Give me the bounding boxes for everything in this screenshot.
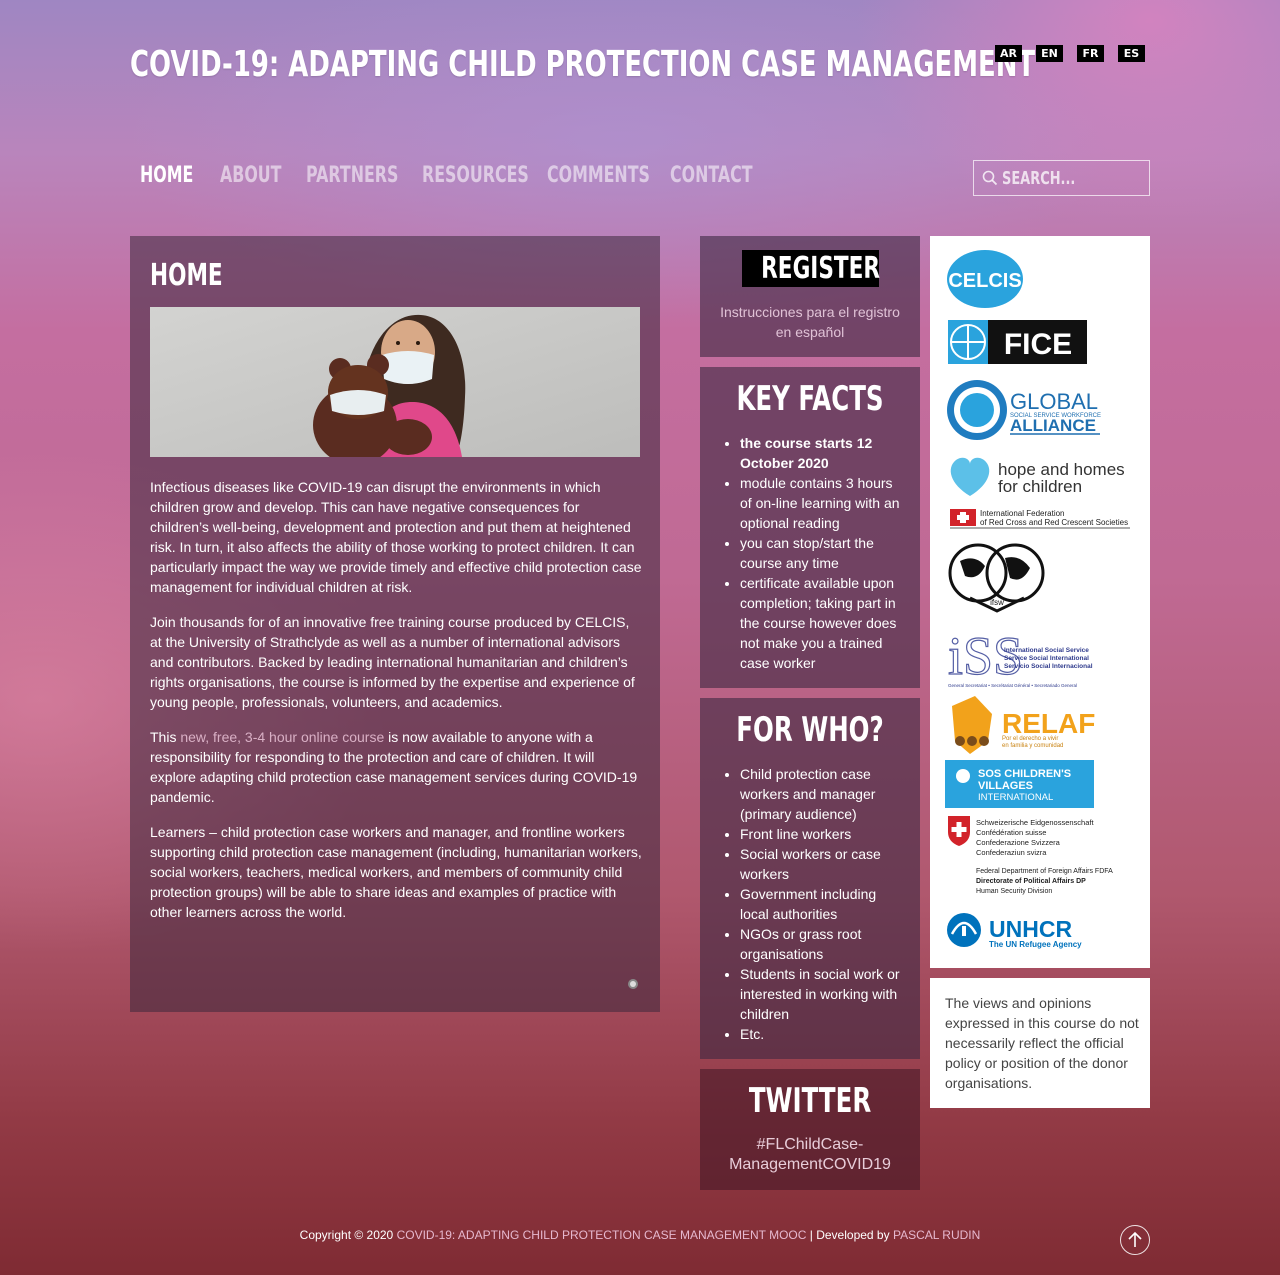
global-alliance-logo[interactable]: GLOBAL SOCIAL SERVICE WORKFORCE ALLIANCE [947, 380, 1101, 440]
course-paragraph: Join thousands for of an innovative free… [150, 614, 635, 710]
footer-site-link[interactable]: COVID-19: ADAPTING CHILD PROTECTION CASE… [397, 1228, 807, 1242]
fice-logo[interactable]: FICE [948, 320, 1087, 364]
for-who-panel: FOR WHO? Child protection case workers a… [700, 698, 920, 1059]
svg-text:Schweizerische Eidgenossenscha: Schweizerische Eidgenossenschaft [976, 818, 1094, 827]
svg-text:GLOBAL: GLOBAL [1010, 389, 1098, 414]
svg-text:Directorate of Political Affai: Directorate of Political Affairs DP [976, 878, 1086, 885]
developer-link[interactable]: PASCAL RUDIN [893, 1228, 980, 1242]
list-item: Government including local authorities [740, 884, 908, 924]
list-item: Child protection case workers and manage… [740, 764, 908, 824]
key-facts-list: the course starts 12 October 2020 module… [740, 433, 908, 673]
ifrc-logo[interactable]: International Federation of Red Cross an… [950, 509, 1130, 529]
hope-and-homes-logo[interactable]: hope and homes for children [950, 457, 1125, 496]
developed-by-text: | Developed by [809, 1228, 890, 1242]
svg-text:VILLAGES: VILLAGES [978, 780, 1033, 792]
loading-spinner-icon [627, 977, 639, 989]
svg-text:ifsw: ifsw [990, 598, 1004, 607]
hero-image [150, 307, 640, 457]
list-item: Etc. [740, 1024, 908, 1044]
svg-text:Por el derecho a vivir: Por el derecho a vivir [1002, 736, 1058, 742]
svg-text:Confédération suisse: Confédération suisse [976, 828, 1046, 837]
nav-resources[interactable]: RESOURCES [422, 163, 529, 188]
language-switcher: AR EN FR ES [995, 45, 1145, 62]
scroll-to-top-button[interactable] [1120, 1225, 1150, 1255]
list-item: certificate available upon completion; t… [740, 573, 908, 673]
search-icon [982, 170, 998, 186]
sponsor-logos-panel: CELCIS FICE GLOBAL SOCIAL SERVICE WORKFO… [930, 236, 1150, 968]
learners-paragraph: Learners – child protection case workers… [150, 824, 642, 920]
svg-text:Federal Department of Foreign: Federal Department of Foreign Affairs FD… [976, 868, 1113, 875]
availability-paragraph: This new, free, 3-4 hour online course i… [150, 727, 642, 807]
nav-about[interactable]: ABOUT [220, 163, 281, 188]
list-item: the course starts 12 October 2020 [740, 433, 908, 473]
nav-contact[interactable]: CONTACT [670, 163, 753, 188]
svg-text:The UN Refugee Agency: The UN Refugee Agency [989, 940, 1082, 949]
main-content: HOME Infectious diseases like COVID-19 c… [130, 236, 660, 1012]
list-item: you can stop/start the course any time [740, 533, 908, 573]
nav-home[interactable]: HOME [140, 163, 193, 188]
svg-text:SOS CHILDREN'S: SOS CHILDREN'S [978, 768, 1071, 780]
twitter-panel: TWITTER #FLChildCase-ManagementCOVID19 [700, 1069, 920, 1190]
search-input[interactable] [1002, 163, 1103, 193]
svg-text:Servicio Social Internacional: Servicio Social Internacional [1004, 663, 1093, 670]
svg-text:International Federation: International Federation [980, 509, 1065, 518]
svg-text:Human Security Division: Human Security Division [976, 888, 1052, 895]
nav-partners[interactable]: PARTNERS [306, 163, 398, 188]
svg-text:of Red Cross and Red Crescent: of Red Cross and Red Crescent Societies [980, 518, 1128, 527]
twitter-hashtag-link[interactable]: #FLChildCase-ManagementCOVID19 [710, 1135, 910, 1175]
list-item: Front line workers [740, 824, 908, 844]
register-panel: REGISTER Instrucciones para el registro … [700, 236, 920, 357]
lang-es-button[interactable]: ES [1118, 45, 1145, 62]
swiss-confederation-logo[interactable]: Schweizerische Eidgenossenschaft Confédé… [948, 816, 1113, 895]
svg-text:UNHCR: UNHCR [989, 916, 1072, 942]
svg-text:INTERNATIONAL: INTERNATIONAL [978, 792, 1053, 803]
search-box [973, 160, 1150, 196]
nav-comments[interactable]: COMMENTS [547, 163, 650, 188]
register-label: REGISTER [761, 251, 881, 286]
key-facts-title: KEY FACTS [736, 379, 884, 419]
ifsw-logo[interactable]: ifsw [948, 543, 1045, 613]
svg-text:General Secretariat • Secrétar: General Secretariat • Secrétariat Généra… [948, 683, 1077, 688]
online-course-link[interactable]: new, free, 3-4 hour online course [180, 729, 384, 745]
copyright-text: Copyright © 2020 [299, 1228, 394, 1242]
page-title: HOME [150, 258, 223, 293]
disclaimer-panel: The views and opinions expressed in this… [930, 978, 1150, 1108]
sos-childrens-villages-logo[interactable]: SOS CHILDREN'S VILLAGES INTERNATIONAL [945, 760, 1094, 808]
relaf-logo[interactable]: RELAF Por el derecho a vivir en familia … [952, 696, 1095, 754]
site-title[interactable]: COVID-19: ADAPTING CHILD PROTECTION CASE… [130, 44, 1035, 85]
lang-ar-button[interactable]: AR [995, 45, 1022, 62]
twitter-title: TWITTER [748, 1081, 872, 1121]
for-who-title: FOR WHO? [736, 710, 884, 750]
unhcr-logo[interactable]: UNHCR The UN Refugee Agency [947, 913, 1082, 949]
spanish-instructions-link[interactable]: Instrucciones para el registro en españo… [714, 302, 906, 342]
svg-text:Confederaziun svizra: Confederaziun svizra [976, 848, 1047, 857]
svg-text:FICE: FICE [1004, 328, 1072, 361]
list-item: Students in social work or interested in… [740, 964, 908, 1024]
list-item: module contains 3 hours of on-line learn… [740, 473, 908, 533]
svg-text:CELCIS: CELCIS [948, 270, 1021, 292]
svg-text:Confederazione Svizzera: Confederazione Svizzera [976, 838, 1061, 847]
register-button[interactable]: REGISTER [742, 250, 881, 287]
list-item: NGOs or grass root organisations [740, 924, 908, 964]
svg-text:for children: for children [998, 477, 1082, 496]
lang-en-button[interactable]: EN [1036, 45, 1063, 62]
availability-prefix: This [150, 729, 181, 745]
celcis-logo[interactable]: CELCIS [947, 250, 1023, 308]
svg-text:International Social Service: International Social Service [1004, 647, 1089, 654]
disclaimer-text: The views and opinions expressed in this… [945, 995, 1139, 1091]
list-item: Social workers or case workers [740, 844, 908, 884]
footer: Copyright © 2020 COVID-19: ADAPTING CHIL… [0, 1228, 1280, 1242]
svg-text:en familia y comunidad: en familia y comunidad [1002, 743, 1063, 749]
svg-text:Service Social International: Service Social International [1004, 655, 1089, 662]
key-facts-panel: KEY FACTS the course starts 12 October 2… [700, 367, 920, 688]
intro-paragraph: Infectious diseases like COVID-19 can di… [150, 479, 642, 595]
for-who-list: Child protection case workers and manage… [740, 764, 908, 1044]
svg-text:RELAF: RELAF [1002, 708, 1095, 739]
iss-logo[interactable]: iSS International Social Service Service… [947, 625, 1093, 688]
svg-text:ALLIANCE: ALLIANCE [1010, 416, 1096, 435]
lang-fr-button[interactable]: FR [1077, 45, 1104, 62]
